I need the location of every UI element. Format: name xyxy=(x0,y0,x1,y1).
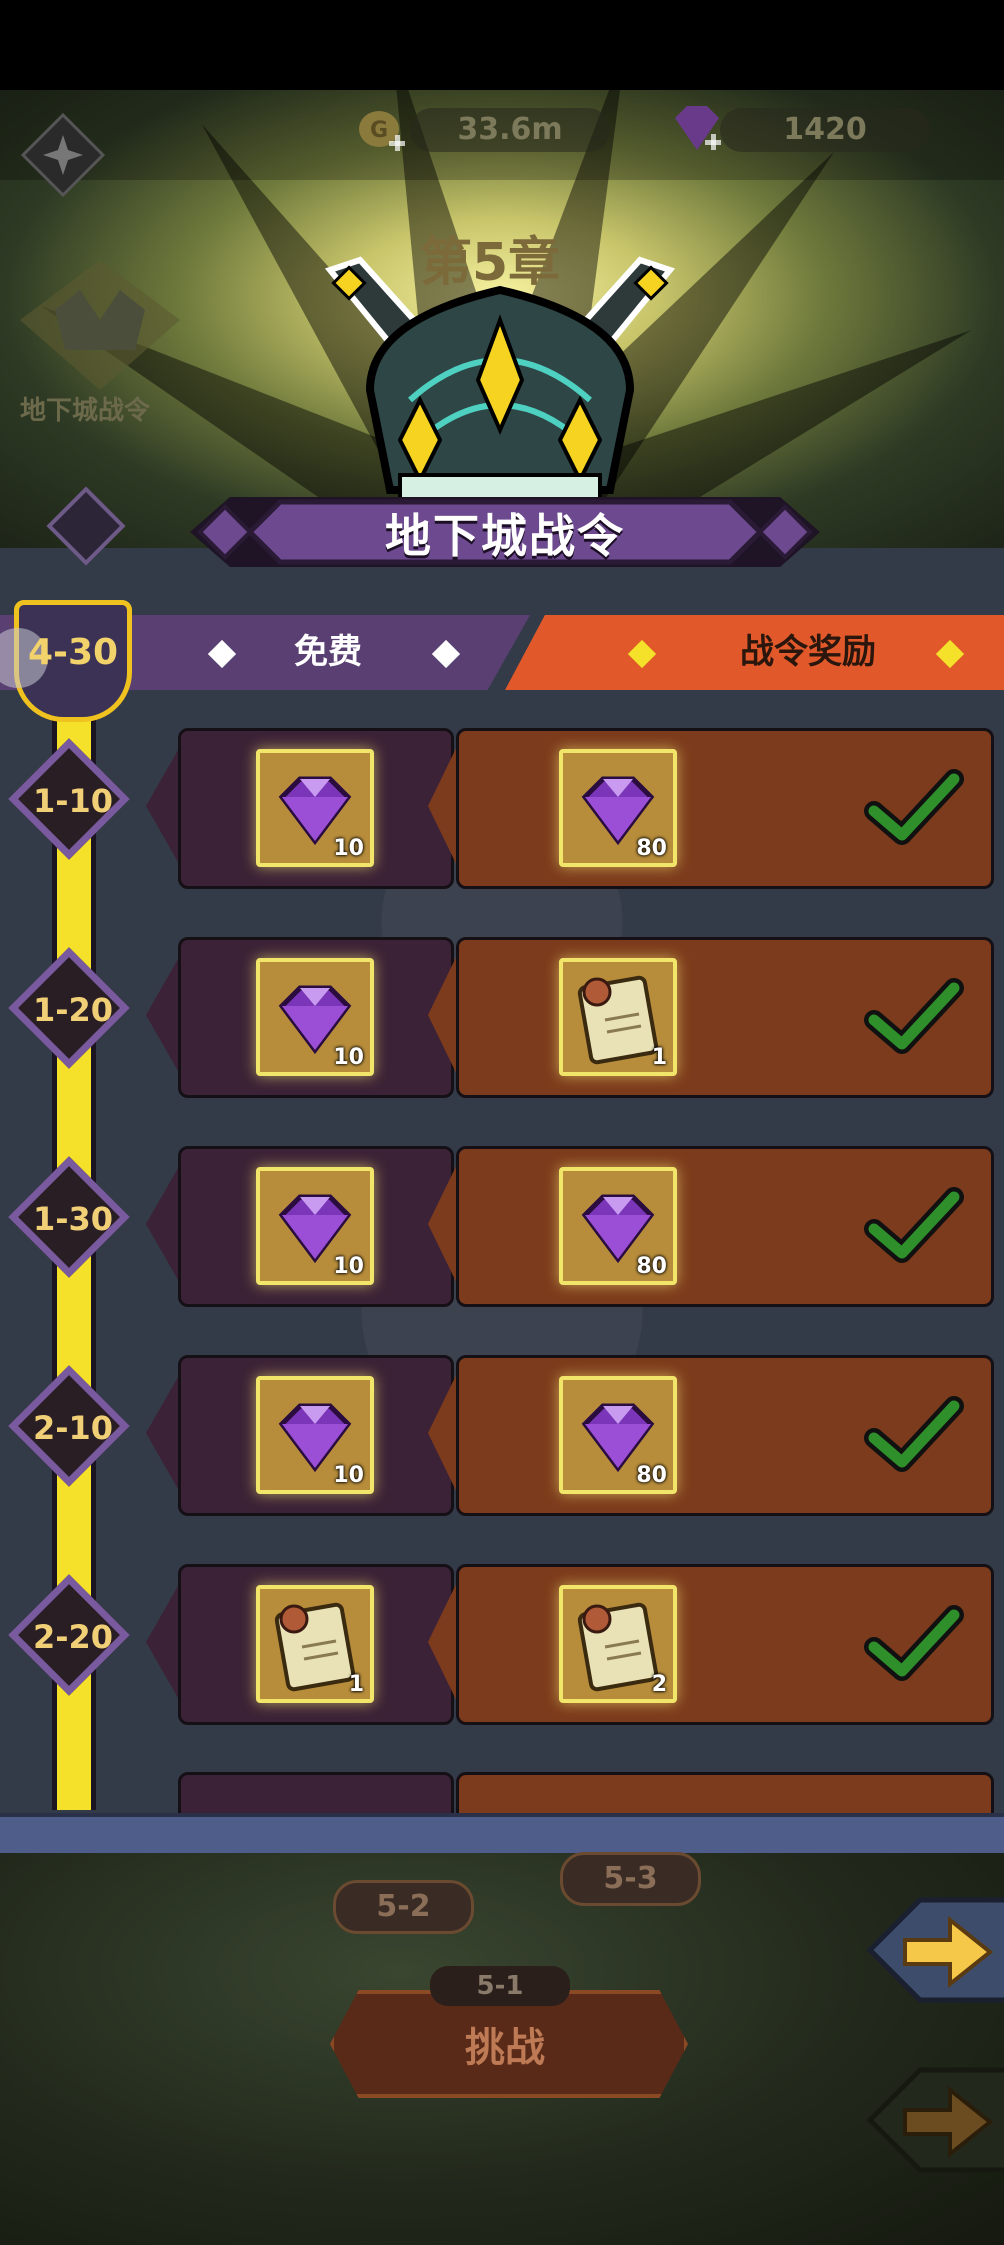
pass-reward-slot[interactable]: 2 xyxy=(559,1585,677,1703)
next-chapter-arrow-icon[interactable] xyxy=(860,1890,1004,2010)
level-node: 1-20 xyxy=(8,947,138,1077)
reward-quantity: 10 xyxy=(333,1463,364,1488)
level-label: 2-10 xyxy=(32,1409,114,1447)
pass-reward-card[interactable]: 80 xyxy=(456,728,994,889)
free-reward-card[interactable]: 10 xyxy=(178,937,454,1098)
dungeon-pass-label[interactable]: 地下城战令 xyxy=(20,390,150,427)
gold-coin-icon[interactable]: G xyxy=(355,105,410,160)
dungeon-pass-crown-icon[interactable] xyxy=(10,250,190,400)
free-reward-slot[interactable]: 10 xyxy=(256,1167,374,1285)
claimed-check-icon xyxy=(864,1605,964,1681)
free-reward-card[interactable]: 10 xyxy=(178,1355,454,1516)
free-reward-card[interactable]: 1 xyxy=(178,1564,454,1725)
free-reward-card[interactable]: 10 xyxy=(178,728,454,889)
pass-reward-card[interactable]: 80 xyxy=(456,1355,994,1516)
reward-quantity: 1 xyxy=(651,1045,667,1070)
reward-quantity: 10 xyxy=(333,836,364,861)
gold-amount: 33.6m xyxy=(410,108,610,152)
reward-quantity: 80 xyxy=(636,1463,667,1488)
pass-title: 地下城战令 xyxy=(385,509,625,563)
pass-reward-label: 战令奖励 xyxy=(740,632,876,672)
status-bar-area xyxy=(0,0,1004,90)
current-level: 4-30 xyxy=(27,632,119,673)
reward-quantity: 1 xyxy=(348,1672,364,1697)
claimed-check-icon xyxy=(864,769,964,845)
gem-icon[interactable] xyxy=(665,100,725,160)
reward-quantity: 10 xyxy=(333,1045,364,1070)
panel-bottom-edge xyxy=(0,1813,1004,1857)
reward-quantity: 80 xyxy=(636,836,667,861)
free-reward-slot[interactable]: 10 xyxy=(256,1376,374,1494)
level-node: 2-20 xyxy=(8,1574,138,1704)
pass-emblem-icon xyxy=(324,256,676,507)
free-label: 免费 xyxy=(294,632,362,672)
claimed-check-icon xyxy=(864,1396,964,1472)
free-reward-slot[interactable]: 10 xyxy=(256,958,374,1076)
level-label: 1-30 xyxy=(32,1200,114,1238)
level-label: 1-20 xyxy=(32,991,114,1029)
free-reward-slot[interactable]: 1 xyxy=(256,1585,374,1703)
challenge-label: 挑战 xyxy=(465,2025,545,2071)
pass-reward-card[interactable]: 80 xyxy=(456,1146,994,1307)
reward-quantity: 10 xyxy=(333,1254,364,1279)
pass-reward-slot[interactable]: 80 xyxy=(559,749,677,867)
current-stage: 5-1 xyxy=(430,1966,570,2006)
gem-amount: 1420 xyxy=(720,108,930,152)
side-arrow-icon[interactable] xyxy=(860,2060,1004,2180)
level-label: 2-20 xyxy=(32,1618,114,1656)
reward-quantity: 80 xyxy=(636,1254,667,1279)
claimed-check-icon xyxy=(864,978,964,1054)
pass-reward-slot[interactable]: 80 xyxy=(559,1376,677,1494)
pass-reward-card[interactable]: 2 xyxy=(456,1564,994,1725)
level-label: 1-10 xyxy=(32,782,114,820)
svg-text:G: G xyxy=(370,118,388,143)
claimed-check-icon xyxy=(864,1187,964,1263)
free-reward-card[interactable]: 10 xyxy=(178,1146,454,1307)
stage-node[interactable]: 5-2 xyxy=(333,1880,474,1934)
stage-node[interactable]: 5-3 xyxy=(560,1852,701,1906)
level-node: 2-10 xyxy=(8,1365,138,1495)
pass-reward-slot[interactable]: 1 xyxy=(559,958,677,1076)
free-reward-slot[interactable]: 10 xyxy=(256,749,374,867)
sparkle-menu-icon[interactable] xyxy=(18,110,108,200)
level-node: 1-30 xyxy=(8,1156,138,1286)
level-node: 1-10 xyxy=(8,738,138,868)
pass-reward-card[interactable]: 1 xyxy=(456,937,994,1098)
pass-reward-slot[interactable]: 80 xyxy=(559,1167,677,1285)
reward-quantity: 2 xyxy=(651,1672,667,1697)
